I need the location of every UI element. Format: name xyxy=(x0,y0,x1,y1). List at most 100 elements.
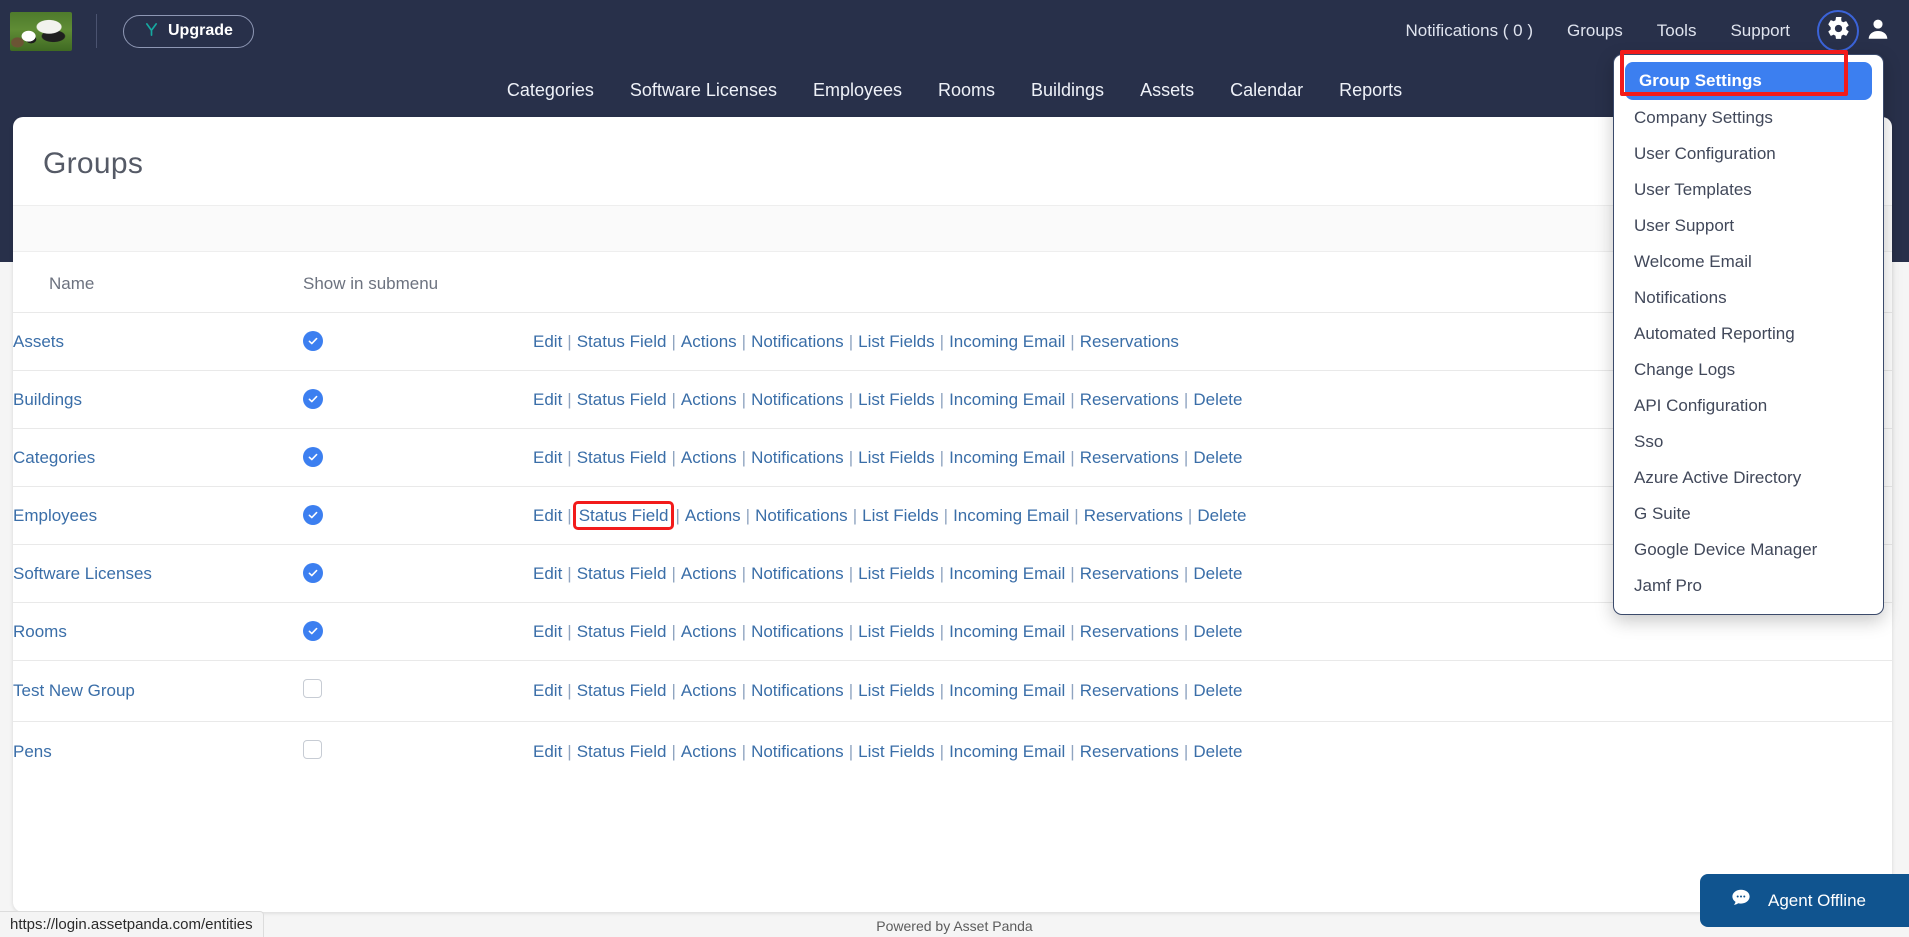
action-link-notifications[interactable]: Notifications xyxy=(751,390,844,409)
action-link-notifications[interactable]: Notifications xyxy=(751,742,844,761)
action-link-delete[interactable]: Delete xyxy=(1193,742,1242,761)
action-link-actions[interactable]: Actions xyxy=(685,506,741,525)
action-link-incoming-email[interactable]: Incoming Email xyxy=(949,448,1065,467)
group-name-link[interactable]: Categories xyxy=(13,448,95,467)
group-name-link[interactable]: Test New Group xyxy=(13,681,135,700)
settings-menu-item-user-templates[interactable]: User Templates xyxy=(1614,172,1883,208)
action-link-edit[interactable]: Edit xyxy=(533,622,562,641)
mainnav-calendar[interactable]: Calendar xyxy=(1212,80,1321,101)
nav-groups[interactable]: Groups xyxy=(1550,0,1640,62)
panda-logo-icon[interactable] xyxy=(10,11,72,51)
action-link-delete[interactable]: Delete xyxy=(1193,448,1242,467)
group-name-link[interactable]: Assets xyxy=(13,332,64,351)
checkbox-checked-icon[interactable] xyxy=(303,447,323,467)
action-link-status-field[interactable]: Status Field xyxy=(577,390,667,409)
action-link-edit[interactable]: Edit xyxy=(533,332,562,351)
action-link-delete[interactable]: Delete xyxy=(1193,564,1242,583)
action-link-status-field[interactable]: Status Field xyxy=(577,332,667,351)
settings-menu-item-azure-active-directory[interactable]: Azure Active Directory xyxy=(1614,460,1883,496)
settings-menu-item-group-settings[interactable]: Group Settings xyxy=(1625,62,1872,100)
action-link-notifications[interactable]: Notifications xyxy=(751,332,844,351)
action-link-reservations[interactable]: Reservations xyxy=(1080,448,1179,467)
action-link-actions[interactable]: Actions xyxy=(681,742,737,761)
action-link-status-field[interactable]: Status Field xyxy=(577,448,667,467)
action-link-list-fields[interactable]: List Fields xyxy=(858,332,935,351)
action-link-delete[interactable]: Delete xyxy=(1193,681,1242,700)
action-link-edit[interactable]: Edit xyxy=(533,564,562,583)
action-link-status-field[interactable]: Status Field xyxy=(577,564,667,583)
settings-menu-item-notifications[interactable]: Notifications xyxy=(1614,280,1883,316)
upgrade-button[interactable]: Upgrade xyxy=(123,14,254,48)
action-link-incoming-email[interactable]: Incoming Email xyxy=(949,742,1065,761)
action-link-reservations[interactable]: Reservations xyxy=(1080,681,1179,700)
mainnav-employees[interactable]: Employees xyxy=(795,80,920,101)
action-link-notifications[interactable]: Notifications xyxy=(751,681,844,700)
nav-tools[interactable]: Tools xyxy=(1640,0,1714,62)
action-link-actions[interactable]: Actions xyxy=(681,332,737,351)
action-link-edit[interactable]: Edit xyxy=(533,681,562,700)
action-link-status-field[interactable]: Status Field xyxy=(577,622,667,641)
checkbox-checked-icon[interactable] xyxy=(303,505,323,525)
settings-menu-item-change-logs[interactable]: Change Logs xyxy=(1614,352,1883,388)
group-name-link[interactable]: Buildings xyxy=(13,390,82,409)
settings-menu-item-api-configuration[interactable]: API Configuration xyxy=(1614,388,1883,424)
settings-menu-item-user-configuration[interactable]: User Configuration xyxy=(1614,136,1883,172)
checkbox-unchecked-icon[interactable] xyxy=(303,679,322,698)
action-link-notifications[interactable]: Notifications xyxy=(751,622,844,641)
action-link-list-fields[interactable]: List Fields xyxy=(858,622,935,641)
action-link-notifications[interactable]: Notifications xyxy=(751,564,844,583)
action-link-notifications[interactable]: Notifications xyxy=(751,448,844,467)
action-link-list-fields[interactable]: List Fields xyxy=(858,390,935,409)
checkbox-checked-icon[interactable] xyxy=(303,331,323,351)
action-link-status-field[interactable]: Status Field xyxy=(577,742,667,761)
group-name-link[interactable]: Software Licenses xyxy=(13,564,152,583)
action-link-reservations[interactable]: Reservations xyxy=(1080,564,1179,583)
action-link-list-fields[interactable]: List Fields xyxy=(858,681,935,700)
action-link-delete[interactable]: Delete xyxy=(1193,622,1242,641)
action-link-incoming-email[interactable]: Incoming Email xyxy=(949,622,1065,641)
mainnav-buildings[interactable]: Buildings xyxy=(1013,80,1122,101)
checkbox-checked-icon[interactable] xyxy=(303,389,323,409)
settings-menu-item-g-suite[interactable]: G Suite xyxy=(1614,496,1883,532)
settings-menu-item-sso[interactable]: Sso xyxy=(1614,424,1883,460)
action-link-edit[interactable]: Edit xyxy=(533,448,562,467)
action-link-status-field[interactable]: Status Field xyxy=(572,500,675,530)
action-link-delete[interactable]: Delete xyxy=(1193,390,1242,409)
action-link-status-field[interactable]: Status Field xyxy=(577,681,667,700)
settings-gear-button[interactable] xyxy=(1817,10,1859,52)
action-link-actions[interactable]: Actions xyxy=(681,681,737,700)
settings-menu-item-google-device-manager[interactable]: Google Device Manager xyxy=(1614,532,1883,568)
mainnav-rooms[interactable]: Rooms xyxy=(920,80,1013,101)
mainnav-assets[interactable]: Assets xyxy=(1122,80,1212,101)
action-link-reservations[interactable]: Reservations xyxy=(1080,742,1179,761)
settings-menu-item-automated-reporting[interactable]: Automated Reporting xyxy=(1614,316,1883,352)
user-avatar-button[interactable] xyxy=(1865,16,1891,47)
action-link-list-fields[interactable]: List Fields xyxy=(858,448,935,467)
checkbox-unchecked-icon[interactable] xyxy=(303,740,322,759)
group-name-link[interactable]: Rooms xyxy=(13,622,67,641)
checkbox-checked-icon[interactable] xyxy=(303,563,323,583)
settings-menu-item-company-settings[interactable]: Company Settings xyxy=(1614,100,1883,136)
action-link-list-fields[interactable]: List Fields xyxy=(858,742,935,761)
action-link-edit[interactable]: Edit xyxy=(533,506,562,525)
action-link-reservations[interactable]: Reservations xyxy=(1080,390,1179,409)
action-link-actions[interactable]: Actions xyxy=(681,622,737,641)
action-link-incoming-email[interactable]: Incoming Email xyxy=(953,506,1069,525)
action-link-incoming-email[interactable]: Incoming Email xyxy=(949,390,1065,409)
action-link-incoming-email[interactable]: Incoming Email xyxy=(949,681,1065,700)
mainnav-software-licenses[interactable]: Software Licenses xyxy=(612,80,795,101)
action-link-incoming-email[interactable]: Incoming Email xyxy=(949,332,1065,351)
settings-menu-item-welcome-email[interactable]: Welcome Email xyxy=(1614,244,1883,280)
action-link-list-fields[interactable]: List Fields xyxy=(862,506,939,525)
nav-notifications[interactable]: Notifications ( 0 ) xyxy=(1388,0,1550,62)
action-link-reservations[interactable]: Reservations xyxy=(1080,332,1179,351)
nav-support[interactable]: Support xyxy=(1713,0,1807,62)
group-name-link[interactable]: Employees xyxy=(13,506,97,525)
group-name-link[interactable]: Pens xyxy=(13,742,52,761)
action-link-delete[interactable]: Delete xyxy=(1197,506,1246,525)
action-link-edit[interactable]: Edit xyxy=(533,390,562,409)
mainnav-reports[interactable]: Reports xyxy=(1321,80,1420,101)
action-link-reservations[interactable]: Reservations xyxy=(1080,622,1179,641)
action-link-actions[interactable]: Actions xyxy=(681,390,737,409)
action-link-edit[interactable]: Edit xyxy=(533,742,562,761)
